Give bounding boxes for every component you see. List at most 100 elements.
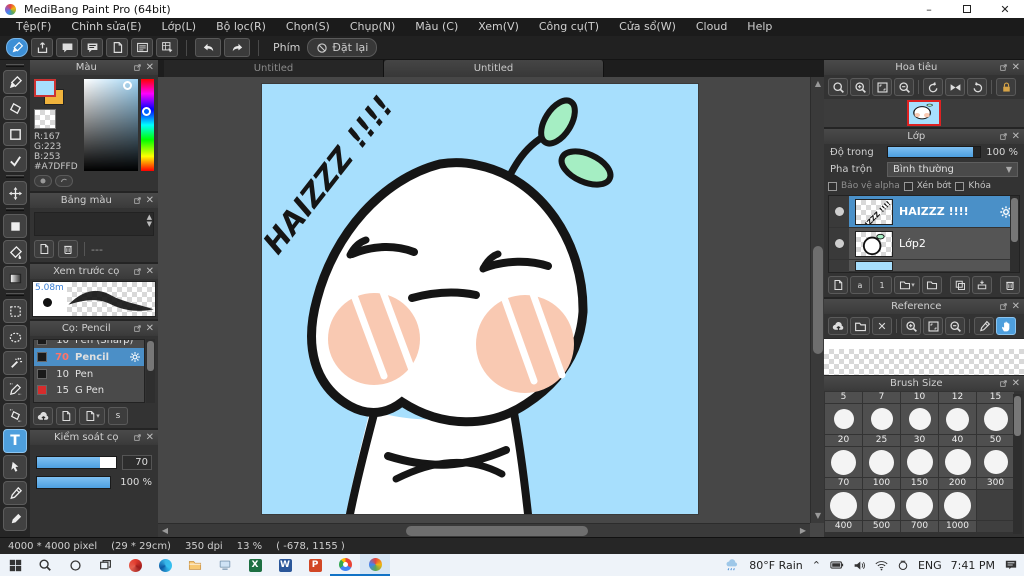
add-layer-menu-button[interactable]: ▾ — [894, 276, 920, 294]
menu-file[interactable]: Tệp(F) — [6, 18, 61, 36]
close-button[interactable]: ✕ — [986, 0, 1024, 18]
wifi-icon[interactable] — [875, 560, 888, 571]
brush-item[interactable]: 15 G Pen — [34, 382, 144, 398]
brush-size-option[interactable] — [863, 447, 900, 477]
edit-brush-button[interactable]: ▾ — [79, 407, 105, 425]
popout-icon[interactable] — [999, 302, 1008, 311]
reference-eyedropper-button[interactable] — [974, 317, 994, 335]
grid-edit-button[interactable] — [156, 38, 178, 57]
menu-select[interactable]: Chọn(S) — [276, 18, 340, 36]
close-icon[interactable]: ✕ — [146, 432, 154, 443]
comment-list-button[interactable] — [81, 38, 103, 57]
foreground-color-swatch[interactable] — [34, 79, 56, 97]
eyedropper-tool[interactable] — [3, 481, 27, 505]
bucket-tool[interactable] — [3, 240, 27, 264]
brush-item[interactable]: 10 Pen (Sharp) — [34, 340, 144, 348]
duplicate-layer-button[interactable] — [950, 276, 970, 294]
layer-row-lop2[interactable]: Lớp2 — [829, 228, 1019, 260]
tray-expand-icon[interactable]: ⌃ — [812, 559, 821, 572]
taskbar-app-chrome[interactable] — [330, 554, 360, 576]
zoom-out-button[interactable] — [894, 78, 914, 96]
brush-size-option[interactable] — [901, 447, 938, 477]
reset-rotation-button[interactable] — [945, 78, 965, 96]
tab-untitled-1[interactable]: Untitled — [164, 60, 384, 77]
finger-tool[interactable] — [3, 507, 27, 531]
clock[interactable]: 7:41 PM — [951, 559, 995, 572]
layer-row-partial[interactable] — [829, 259, 1019, 272]
horizontal-scrollbar[interactable]: ◀ ▶ — [158, 523, 810, 537]
volume-icon[interactable] — [853, 560, 866, 571]
popout-icon[interactable] — [133, 433, 142, 442]
palette-down-icon[interactable]: ▼ — [147, 221, 152, 228]
menu-snap[interactable]: Chụp(N) — [340, 18, 405, 36]
brush-size-option[interactable] — [939, 490, 976, 520]
add-brush-button[interactable] — [56, 407, 76, 425]
download-brush-button[interactable] — [33, 407, 53, 425]
protect-alpha-checkbox[interactable] — [828, 181, 837, 191]
vertical-scrollbar[interactable]: ▲ ▼ — [810, 77, 824, 523]
reference-open-button[interactable] — [850, 317, 870, 335]
magic-wand-tool[interactable] — [3, 351, 27, 375]
menu-cloud[interactable]: Cloud — [686, 18, 737, 36]
reference-zoom-in-button[interactable] — [901, 317, 921, 335]
reference-zoom-out-button[interactable] — [945, 317, 965, 335]
lock-canvas-button[interactable] — [996, 78, 1016, 96]
weather-icon[interactable] — [725, 558, 740, 572]
taskbar-app-this-pc[interactable] — [210, 554, 240, 576]
share-button[interactable] — [31, 38, 53, 57]
menu-help[interactable]: Help — [737, 18, 782, 36]
reference-hand-button[interactable] — [996, 317, 1016, 335]
brush-size-option[interactable] — [939, 404, 976, 434]
close-icon[interactable]: ✕ — [146, 195, 154, 206]
scrollbar-thumb[interactable] — [1014, 396, 1021, 436]
popout-icon[interactable] — [999, 132, 1008, 141]
add-8bit-layer-button[interactable]: a — [850, 276, 870, 294]
operation-tool[interactable] — [3, 455, 27, 479]
undo-button[interactable] — [195, 38, 221, 57]
menu-color[interactable]: Màu (C) — [405, 18, 468, 36]
layer-opacity-slider[interactable] — [887, 146, 982, 158]
settings-list-button[interactable] — [131, 38, 153, 57]
saturation-picker[interactable] — [83, 79, 139, 171]
comment-button[interactable] — [56, 38, 78, 57]
lasso-tool[interactable] — [3, 325, 27, 349]
scroll-up-icon[interactable]: ▲ — [811, 77, 824, 91]
brush-tool[interactable] — [3, 70, 27, 94]
move-tool[interactable] — [3, 181, 27, 205]
fit-screen-button[interactable] — [872, 78, 892, 96]
zoom-in-button[interactable] — [850, 78, 870, 96]
maximize-button[interactable] — [948, 0, 986, 18]
tray-app-icon[interactable] — [897, 559, 909, 571]
start-button[interactable] — [0, 554, 30, 576]
brush-size-scrollbar[interactable] — [1013, 394, 1022, 534]
navigator-preview-area[interactable] — [824, 99, 1024, 127]
close-icon[interactable]: ✕ — [1012, 131, 1020, 142]
brush-size-option[interactable] — [977, 404, 1014, 434]
brush-size-option[interactable] — [825, 404, 862, 434]
add-palette-color-button[interactable] — [34, 240, 54, 258]
cortana-button[interactable] — [60, 554, 90, 576]
rotate-left-button[interactable] — [923, 78, 943, 96]
merge-layer-button[interactable] — [972, 276, 992, 294]
lock-checkbox[interactable] — [955, 181, 965, 191]
canvas-workspace[interactable]: HAIZZZ !!!! ▲ ▼ ◀ ▶ — [158, 77, 824, 537]
navigator-view-rect[interactable] — [907, 100, 941, 126]
menu-filter[interactable]: Bộ lọc(R) — [206, 18, 276, 36]
scrollbar-thumb[interactable] — [147, 341, 154, 371]
scroll-left-icon[interactable]: ◀ — [158, 524, 172, 537]
popout-icon[interactable] — [133, 267, 142, 276]
brush-size-value[interactable]: 70 — [122, 455, 152, 470]
dot-pen-tool[interactable] — [3, 148, 27, 172]
language-indicator[interactable]: ENG — [918, 559, 942, 572]
menu-edit[interactable]: Chỉnh sửa(E) — [61, 18, 151, 36]
palette-list[interactable]: ▲ ▼ — [34, 212, 154, 236]
menu-layer[interactable]: Lớp(L) — [152, 18, 207, 36]
scrollbar-thumb[interactable] — [813, 246, 823, 354]
select-tool[interactable] — [3, 299, 27, 323]
popout-icon[interactable] — [133, 196, 142, 205]
canvas[interactable]: HAIZZZ !!!! — [262, 84, 698, 514]
redo-button[interactable] — [224, 38, 250, 57]
close-icon[interactable]: ✕ — [1012, 62, 1020, 73]
gradient-tool[interactable] — [3, 266, 27, 290]
script-brush-button[interactable]: s — [108, 407, 128, 425]
